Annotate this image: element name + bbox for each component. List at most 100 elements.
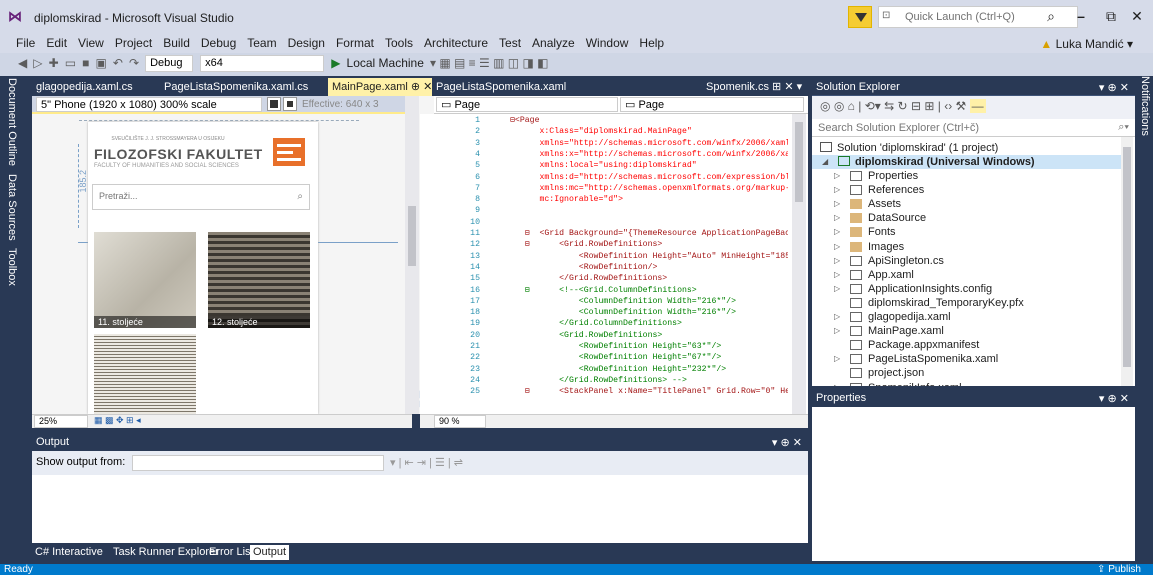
portrait-icon[interactable] <box>283 97 297 111</box>
undo-icon[interactable]: ↶ <box>113 55 123 72</box>
se-forward-icon[interactable]: ◎ <box>834 99 844 113</box>
save-icon[interactable]: ■ <box>82 55 89 72</box>
tab-pagelista-xaml[interactable]: PageListaSpomenika.xaml <box>432 78 566 96</box>
code-editor[interactable]: 1 ⊟<Page 2 x:Class="diplomskirad.MainPage"… <box>420 114 808 414</box>
menu-file[interactable]: File <box>16 36 35 50</box>
expand-icon[interactable]: ▷ <box>834 324 840 338</box>
pin-icon[interactable]: ⊕ <box>411 81 420 93</box>
menu-format[interactable]: Format <box>336 36 374 50</box>
search-icon[interactable]: ⌕ <box>1040 8 1062 25</box>
expand-icon[interactable]: ▷ <box>834 225 840 239</box>
show-all-icon[interactable]: ⊞ <box>924 99 934 113</box>
project-node[interactable]: ◢ diplomskirad (Universal Windows) <box>812 155 1122 169</box>
restore-button[interactable]: ⧉ <box>1100 8 1122 25</box>
platform-dropdown[interactable]: x64 <box>200 55 325 72</box>
grid-toggle-icons[interactable]: ▦ ▩ ✥ ⊞ ◂ <box>94 415 141 426</box>
landscape-icon[interactable] <box>267 97 281 111</box>
data-sources-tab[interactable]: Data Sources <box>6 174 18 241</box>
minimize-button[interactable]: – <box>1070 8 1092 24</box>
home-icon[interactable]: ⌂ <box>848 99 855 113</box>
pending-icon[interactable]: ⇆ <box>884 99 894 113</box>
tab-task-runner[interactable]: Task Runner Explorer <box>110 545 222 560</box>
new-project-icon[interactable]: ✚ <box>49 55 59 72</box>
expand-icon[interactable]: ▷ <box>834 268 840 282</box>
tab-output[interactable]: Output <box>250 545 290 560</box>
code-zoom[interactable]: 90 % <box>434 415 486 428</box>
close-button[interactable]: ✕ <box>1126 8 1148 25</box>
panel-controls-icon[interactable]: ▾ ⊕ ✕ <box>1099 81 1129 94</box>
artwork-tile[interactable]: 12. stoljeće <box>208 232 310 328</box>
user-account[interactable]: ▲ Luka Mandić ▾ <box>1040 37 1133 51</box>
expand-icon[interactable]: ▷ <box>834 183 840 197</box>
menu-test[interactable]: Test <box>499 36 521 50</box>
expand-icon[interactable]: ▷ <box>834 282 840 296</box>
expand-icon[interactable]: ▷ <box>834 381 840 387</box>
refresh-icon[interactable]: ↻ <box>898 99 908 113</box>
expand-icon[interactable]: ▷ <box>834 211 840 225</box>
menu-edit[interactable]: Edit <box>46 36 67 50</box>
back-icon[interactable]: ◀ <box>18 55 27 72</box>
menu-team[interactable]: Team <box>247 36 276 50</box>
toolbox-tab[interactable]: Toolbox <box>6 248 18 286</box>
tree-scrollbar-thumb[interactable] <box>1123 147 1131 367</box>
preview-icon[interactable]: — <box>969 99 986 113</box>
menu-design[interactable]: Design <box>288 36 325 50</box>
notifications-tab[interactable]: Notifications <box>1139 76 1151 136</box>
menu-window[interactable]: Window <box>586 36 629 50</box>
code-scrollbar[interactable] <box>792 114 806 414</box>
panel-controls-icon[interactable]: ▾ ⊕ ✕ <box>772 436 802 449</box>
tab-mainpage-xaml[interactable]: MainPage.xaml ⊕ ✕ <box>328 78 432 96</box>
output-tools-icons[interactable]: ▾ | ⇤ ⇥ | ☰ | ⇌ <box>390 456 463 469</box>
output-text-area[interactable] <box>32 475 808 543</box>
expand-icon[interactable]: ◢ <box>822 155 828 169</box>
tab-spomenik-cs[interactable]: Spomenik.cs ⊞ ✕ ▾ <box>702 78 802 96</box>
artwork-tile[interactable] <box>94 334 196 414</box>
menu-analyze[interactable]: Analyze <box>532 36 575 50</box>
designer-splitter[interactable] <box>405 96 419 414</box>
menu-tools[interactable]: Tools <box>385 36 413 50</box>
close-tab-icon[interactable]: ✕ <box>423 81 432 93</box>
properties-icon[interactable]: ⚒ <box>956 99 967 113</box>
toolbar-extra-icon[interactable]: ▾ ▦ ▤ ≡ ☰ ▥ ◫ ◨ ◧ <box>430 55 548 72</box>
expand-icon[interactable]: ▷ <box>834 254 840 268</box>
expand-icon[interactable]: ▷ <box>834 310 840 324</box>
menu-build[interactable]: Build <box>163 36 190 50</box>
feedback-flag-icon[interactable] <box>848 6 872 28</box>
document-outline-tab[interactable]: Document Outline <box>6 78 18 166</box>
expand-icon[interactable]: ▷ <box>834 169 840 183</box>
se-back-icon[interactable]: ◎ <box>820 99 830 113</box>
device-dropdown[interactable]: 5" Phone (1920 x 1080) 300% scale <box>36 97 262 112</box>
redo-icon[interactable]: ↷ <box>129 55 139 72</box>
search-box[interactable]: Pretraži... ⌕ <box>92 184 310 210</box>
menu-debug[interactable]: Debug <box>201 36 236 50</box>
code-scrollbar-thumb[interactable] <box>795 122 803 202</box>
save-all-icon[interactable]: ▣ <box>95 55 106 72</box>
menu-architecture[interactable]: Architecture <box>424 36 488 50</box>
solution-node[interactable]: Solution 'diplomskirad' (1 project) <box>820 141 998 155</box>
output-source-dropdown[interactable] <box>132 455 384 471</box>
config-dropdown[interactable]: Debug <box>145 55 194 72</box>
designer-zoom[interactable]: 25% <box>34 415 88 428</box>
member-dropdown[interactable]: ▭ Page <box>620 97 804 112</box>
publish-button[interactable]: ⇪ Publish <box>1097 564 1141 575</box>
open-icon[interactable]: ▭ <box>65 55 76 72</box>
panel-controls-icon[interactable]: ▾ ⊕ ✕ <box>1099 392 1129 405</box>
artwork-tile[interactable]: 11. stoljeće <box>94 232 196 328</box>
tab-csharp-interactive[interactable]: C# Interactive <box>32 545 106 560</box>
tab-glagopedija-cs[interactable]: glagopedija.xaml.cs <box>32 78 133 96</box>
menu-view[interactable]: View <box>78 36 104 50</box>
sync-icon[interactable]: ⟲▾ <box>865 99 881 113</box>
type-dropdown[interactable]: ▭ Page <box>436 97 618 112</box>
start-icon[interactable]: ▶ <box>331 55 340 72</box>
menu-project[interactable]: Project <box>115 36 152 50</box>
expand-icon[interactable]: ▷ <box>834 352 840 366</box>
code-icon[interactable]: ‹› <box>944 99 952 113</box>
collapse-all-icon[interactable]: ⊟ <box>911 99 921 113</box>
menu-help[interactable]: Help <box>639 36 664 50</box>
solution-search-input[interactable]: Search Solution Explorer (Ctrl+č) ⌕▾ <box>812 119 1135 137</box>
tab-pagelista-cs[interactable]: PageListaSpomenika.xaml.cs <box>160 78 308 96</box>
run-target-button[interactable]: Local Machine <box>347 55 424 72</box>
expand-icon[interactable]: ▷ <box>834 240 840 254</box>
designer-scrollbar-thumb[interactable] <box>408 206 416 266</box>
tree-scrollbar[interactable] <box>1121 137 1133 386</box>
